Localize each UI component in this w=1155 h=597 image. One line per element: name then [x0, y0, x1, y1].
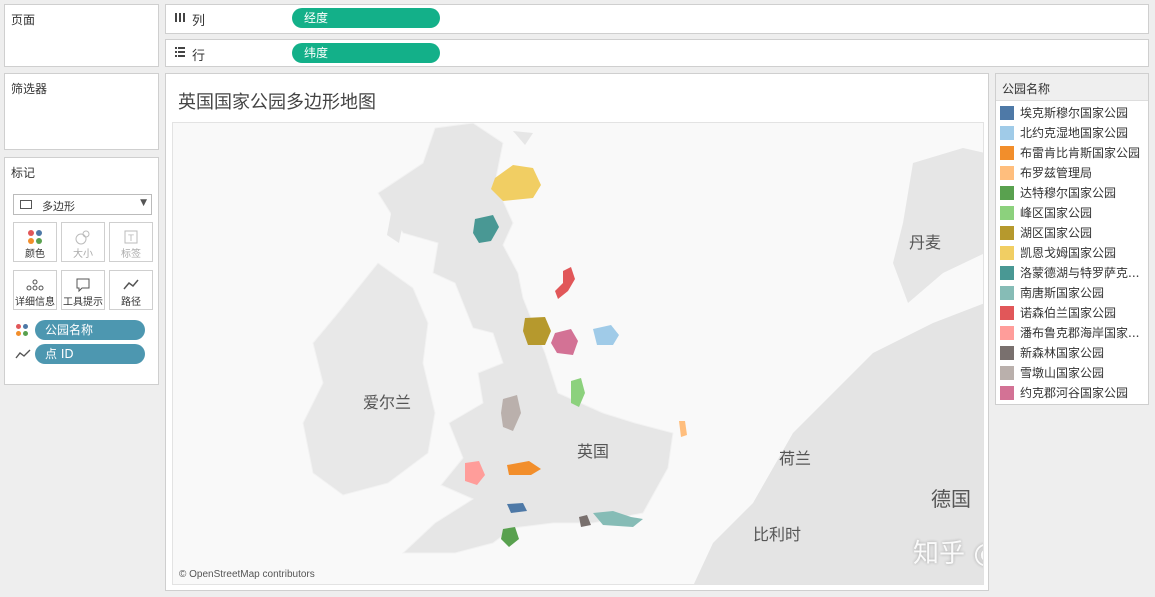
path-button-label: 路径	[121, 297, 141, 308]
legend-label: 南唐斯国家公园	[1020, 286, 1105, 300]
tooltip-icon	[62, 271, 104, 293]
marks-title: 标记	[11, 166, 36, 180]
legend-label: 埃克斯穆尔国家公园	[1020, 106, 1129, 120]
watermark: 知乎 @文武斌	[913, 539, 983, 569]
color-field-pill[interactable]: 公园名称	[35, 320, 145, 340]
legend-label: 潘布鲁克郡海岸国家...	[1020, 326, 1140, 340]
mark-type-dropdown[interactable]: 多边形 ▼	[13, 194, 152, 215]
legend-label: 湖区国家公园	[1020, 226, 1093, 240]
legend-label: 诺森伯兰国家公园	[1020, 306, 1117, 320]
chevron-down-icon: ▼	[140, 198, 147, 208]
label-button-label: 标签	[121, 249, 141, 260]
legend-swatch	[1000, 146, 1014, 160]
size-button-label: 大小	[73, 249, 93, 260]
detail-dots-icon	[14, 271, 56, 293]
legend-swatch	[1000, 106, 1014, 120]
legend-swatch	[1000, 166, 1014, 180]
view-title: 英国国家公园多边形地图	[178, 92, 376, 113]
svg-text:T: T	[127, 234, 134, 244]
path-field-icon	[15, 348, 31, 363]
map-label-netherlands: 荷兰	[779, 449, 812, 468]
legend-swatch	[1000, 186, 1014, 200]
legend-label: 布雷肯比肯斯国家公园	[1020, 146, 1140, 160]
map-attribution: © OpenStreetMap contributors	[179, 569, 315, 580]
legend-label: 新森林国家公园	[1020, 346, 1105, 360]
map-label-germany: 德国	[931, 487, 971, 511]
label-button[interactable]: T 标签	[109, 222, 153, 262]
latitude-pill[interactable]: 纬度	[292, 43, 440, 63]
detail-button-label: 详细信息	[15, 297, 55, 308]
legend-label: 洛蒙德湖与特罗萨克...	[1020, 266, 1140, 280]
map-label-belgium: 比利时	[753, 525, 802, 544]
legend-swatch	[1000, 246, 1014, 260]
legend-swatch	[1000, 386, 1014, 400]
detail-button[interactable]: 详细信息	[13, 270, 57, 310]
label-icon: T	[110, 223, 152, 245]
legend-header: 公园名称	[996, 74, 1148, 101]
legend-label: 北约克湿地国家公园	[1020, 126, 1129, 140]
view-area: 英国国家公园多边形地图 英国 爱尔兰 丹麦 荷兰 比利时 德国 © OpenSt…	[165, 73, 989, 591]
legend-swatch	[1000, 206, 1014, 220]
pages-title: 页面	[11, 13, 36, 27]
legend-swatch	[1000, 126, 1014, 140]
legend-swatch	[1000, 286, 1014, 300]
columns-shelf[interactable]: 列 经度	[165, 4, 1149, 34]
map-label-uk: 英国	[577, 442, 610, 461]
path-field-pill[interactable]: 点 ID	[35, 344, 145, 364]
marks-panel: 标记 多边形 ▼ 颜色 大小 T 标签 详细信息 工具提示 路径 公园名称 点 …	[4, 157, 159, 385]
map-label-denmark: 丹麦	[909, 233, 942, 252]
legend-label: 峰区国家公园	[1020, 206, 1093, 220]
filters-panel[interactable]: 筛选器	[4, 73, 159, 150]
legend-swatch	[1000, 226, 1014, 240]
longitude-pill[interactable]: 经度	[292, 8, 440, 28]
legend-label: 雪墩山国家公园	[1020, 366, 1105, 380]
pages-panel[interactable]: 页面	[4, 4, 159, 67]
color-button[interactable]: 颜色	[13, 222, 57, 262]
mark-type-value: 多边形	[42, 200, 75, 213]
columns-icon	[174, 11, 186, 27]
legend-swatch	[1000, 326, 1014, 340]
map-canvas	[173, 123, 983, 584]
legend-label: 凯恩戈姆国家公园	[1020, 246, 1117, 260]
legend-label: 约克郡河谷国家公园	[1020, 386, 1129, 400]
polygon-icon	[20, 200, 32, 209]
park-lake-district	[523, 317, 551, 345]
legend-items: 埃克斯穆尔国家公园 北约克湿地国家公园 布雷肯比肯斯国家公园 布罗兹管理局达特穆尔国家…	[996, 104, 1148, 404]
legend-label: 达特穆尔国家公园	[1020, 186, 1117, 200]
legend-swatch	[1000, 306, 1014, 320]
legend-title: 公园名称	[1002, 82, 1051, 96]
filters-title: 筛选器	[11, 82, 48, 96]
color-dots-icon	[14, 223, 56, 245]
size-button[interactable]: 大小	[61, 222, 105, 262]
legend-swatch	[1000, 346, 1014, 360]
path-button[interactable]: 路径	[109, 270, 153, 310]
path-icon	[110, 271, 152, 293]
rows-icon	[174, 46, 186, 62]
columns-label: 列	[192, 14, 206, 29]
tooltip-button[interactable]: 工具提示	[61, 270, 105, 310]
rows-shelf[interactable]: 行 纬度	[165, 39, 1149, 67]
legend-swatch	[1000, 366, 1014, 380]
size-icon	[62, 223, 104, 245]
legend-swatch	[1000, 266, 1014, 280]
color-field-icon	[15, 323, 29, 340]
legend-label: 布罗兹管理局	[1020, 166, 1093, 180]
map[interactable]: 英国 爱尔兰 丹麦 荷兰 比利时 德国 © OpenStreetMap cont…	[172, 122, 984, 585]
color-button-label: 颜色	[25, 249, 45, 260]
map-label-ireland: 爱尔兰	[363, 393, 412, 412]
rows-label: 行	[192, 49, 206, 64]
tooltip-button-label: 工具提示	[63, 297, 103, 308]
legend-panel: 公园名称 埃克斯穆尔国家公园 北约克湿地国家公园 布雷肯比肯斯国家公园 布罗兹管理局达…	[995, 73, 1149, 405]
